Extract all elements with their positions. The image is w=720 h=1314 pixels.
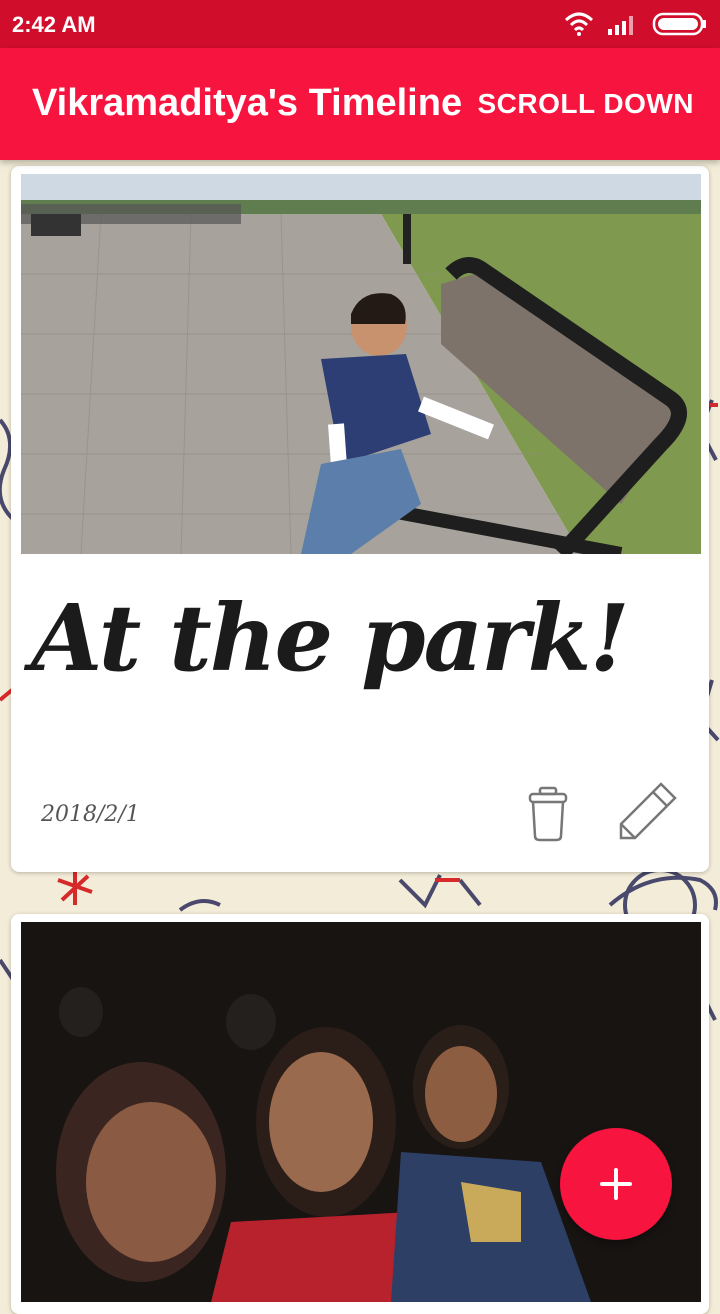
timeline-caption: At the park! — [31, 584, 630, 692]
wifi-icon — [564, 12, 594, 36]
trash-icon[interactable] — [526, 786, 570, 842]
plus-icon — [600, 1168, 632, 1200]
timeline-date: 2018/2/1 — [41, 802, 140, 827]
app-bar: Vikramaditya's Timeline SCROLL DOWN — [0, 48, 720, 160]
timeline-photo — [21, 174, 701, 554]
pencil-icon[interactable] — [617, 780, 679, 842]
theater-photo — [21, 922, 701, 1302]
add-entry-button[interactable] — [560, 1128, 672, 1240]
status-bar: 2:42 AM — [0, 0, 720, 48]
timeline-photo — [21, 922, 701, 1302]
status-time: 2:42 AM — [12, 12, 96, 37]
timeline-card[interactable] — [11, 914, 709, 1314]
battery-icon — [652, 12, 706, 36]
signal-icon — [608, 16, 633, 35]
page-title: Vikramaditya's Timeline — [32, 82, 463, 124]
timeline-card[interactable]: At the park! 2018/2/1 — [11, 166, 709, 872]
scroll-down-button[interactable]: SCROLL DOWN — [477, 88, 694, 120]
park-photo — [21, 174, 701, 554]
status-icons — [564, 10, 708, 38]
